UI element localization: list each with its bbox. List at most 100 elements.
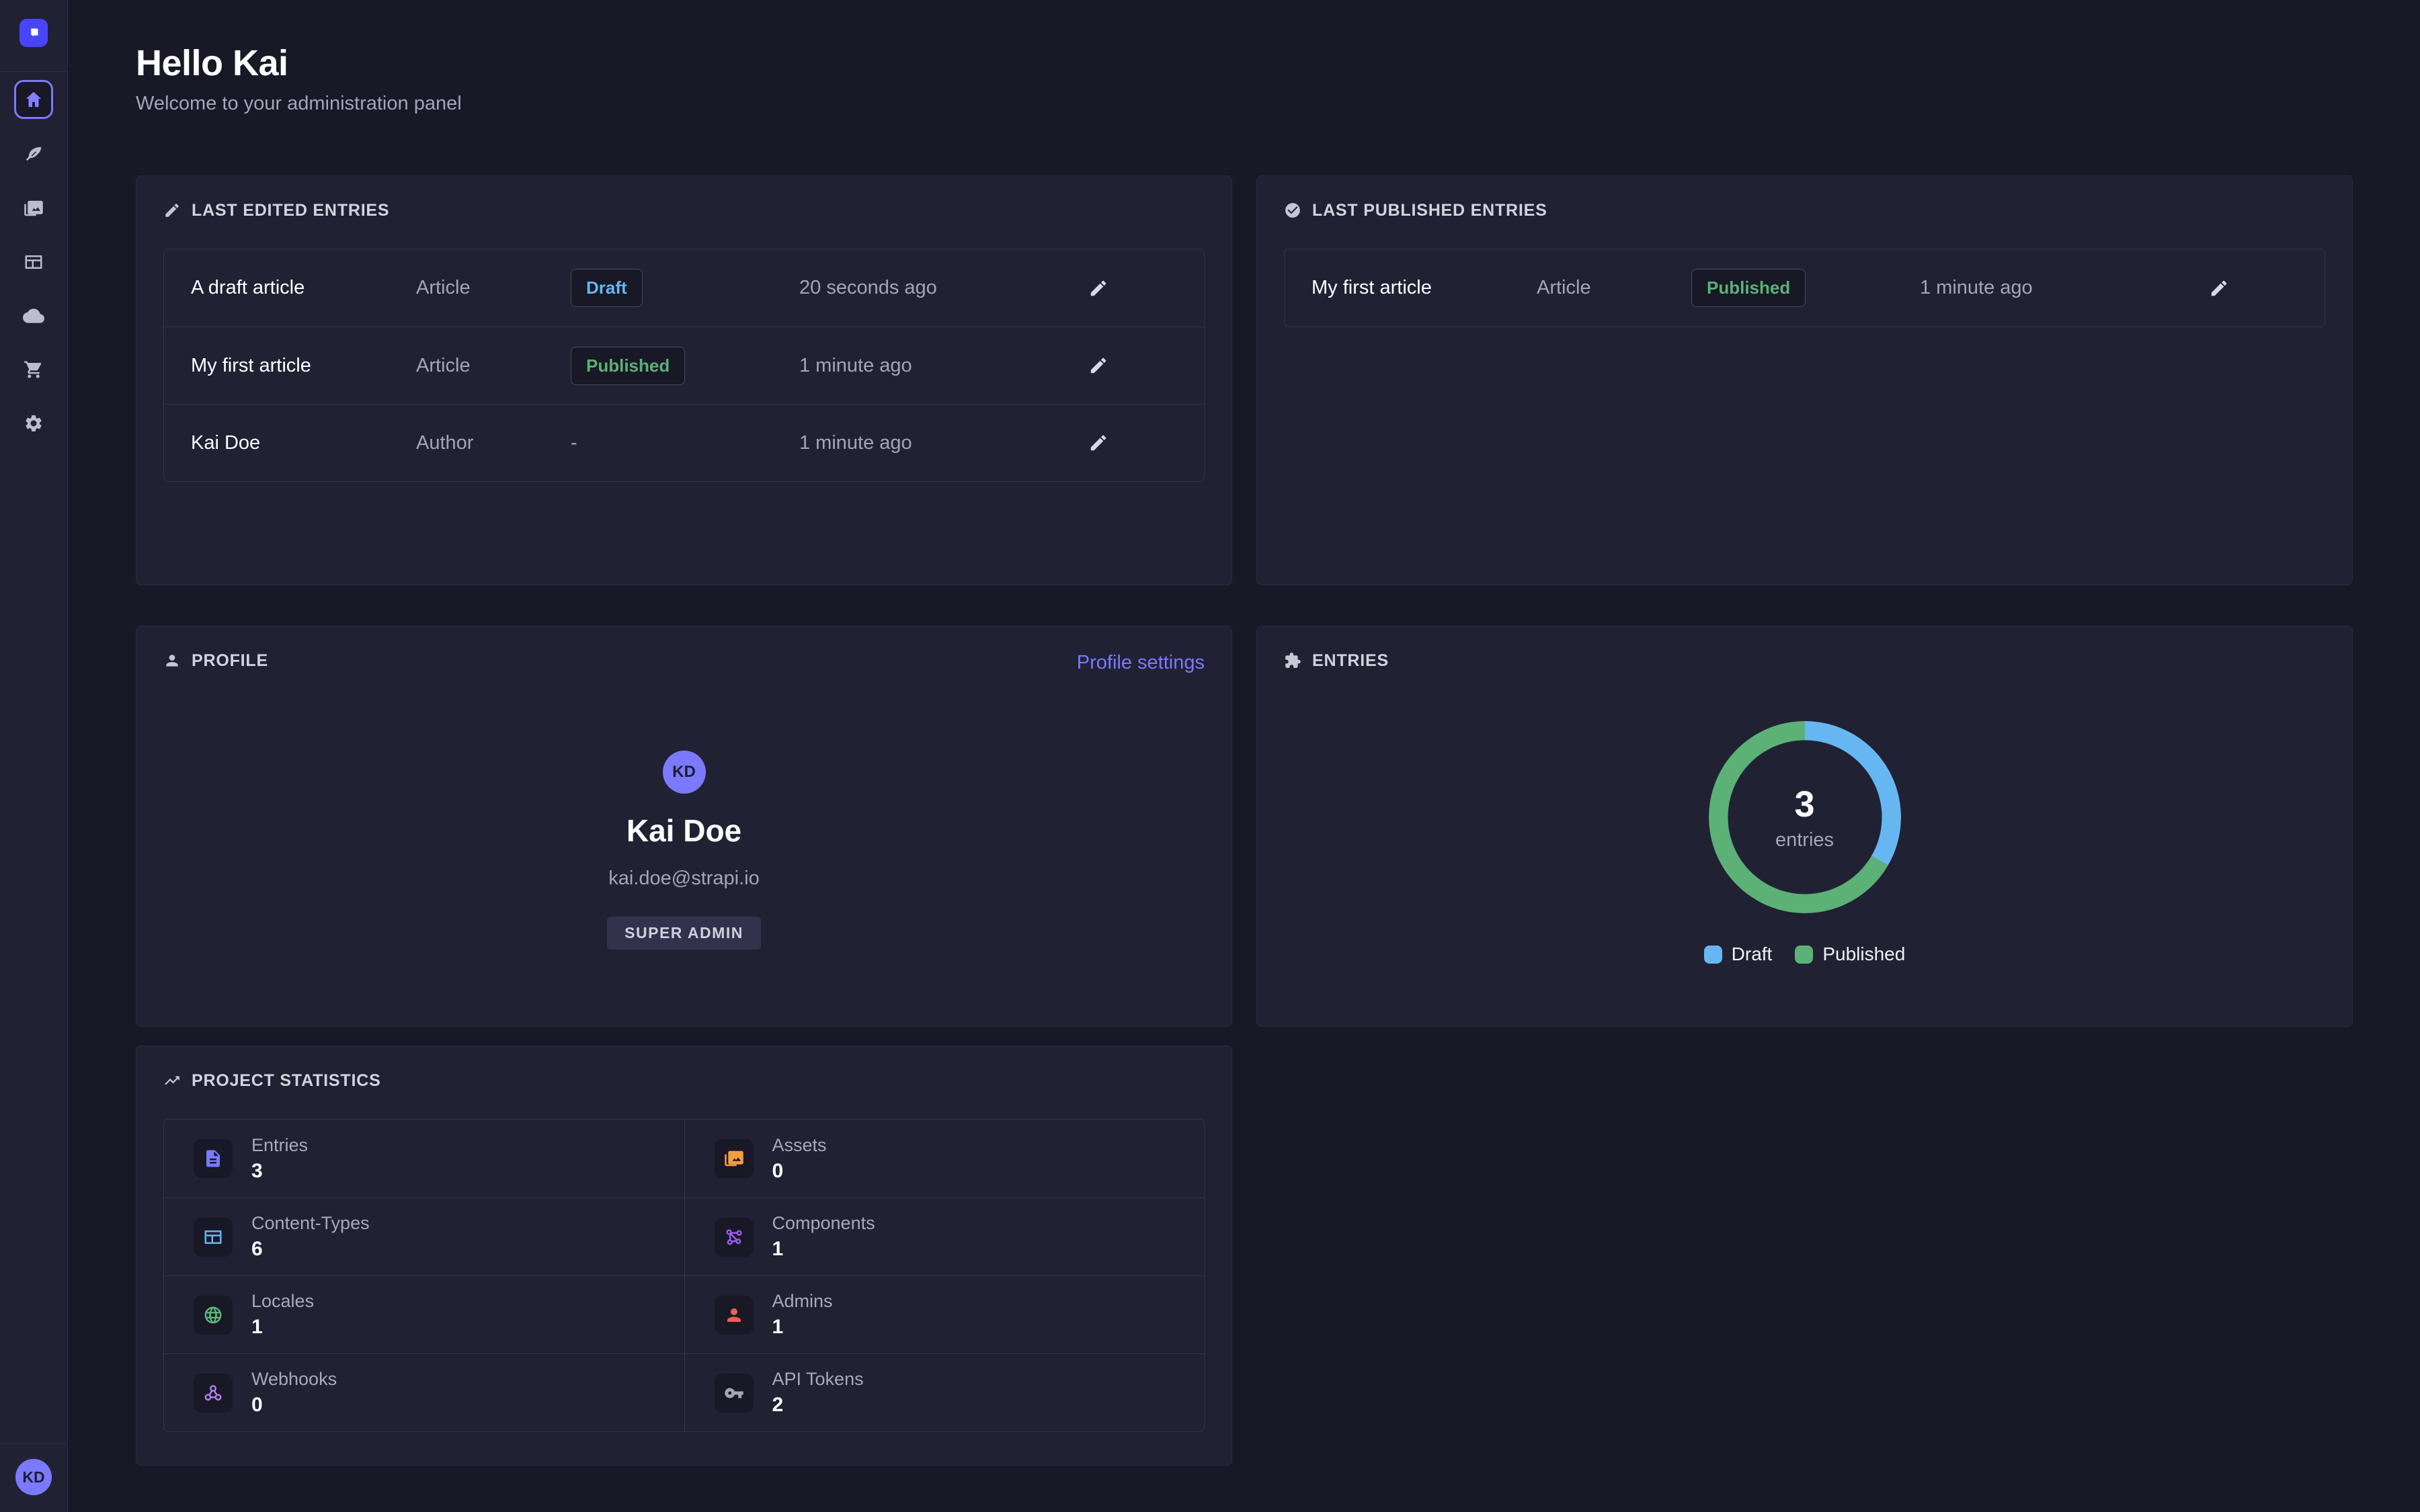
cart-icon [24,360,44,380]
edit-entry-button[interactable] [2209,278,2229,298]
legend-label: Published [1822,943,1905,965]
stat-value: 1 [251,1316,314,1339]
last-published-entries-card: LAST PUBLISHED ENTRIES My first article … [1256,175,2353,585]
card-title: LAST PUBLISHED ENTRIES [1312,201,1547,220]
stat-label: Components [772,1213,875,1234]
status-empty: - [571,432,799,454]
profile-avatar: KD [663,751,706,794]
stat-api-tokens: API Tokens 2 [684,1353,1205,1431]
entries-card: ENTRIES 3 entries Draft [1256,626,2353,1027]
layout-icon [24,252,44,272]
pencil-icon [1088,433,1108,453]
strapi-admin-app: KD Hello Kai Welcome to your administrat… [0,0,2420,1512]
stat-value: 2 [772,1394,864,1417]
card-title: PROFILE [192,651,268,671]
entry-kind: Article [1537,277,1691,299]
puzzle-icon [1284,652,1301,669]
home-icon [24,89,44,110]
project-statistics-card: PROJECT STATISTICS Entries 3 [136,1046,1232,1466]
images-icon [724,1148,744,1169]
stat-webhooks: Webhooks 0 [164,1353,684,1431]
stat-label: Content-Types [251,1213,370,1234]
user-icon [163,652,181,669]
stat-label: Entries [251,1135,308,1156]
entry-time: 1 minute ago [1920,277,2209,299]
images-icon [24,198,44,218]
main-content: Hello Kai Welcome to your administration… [68,0,2420,1512]
pencil-icon [1088,355,1108,376]
edit-entry-button[interactable] [1088,278,1108,298]
layout-icon [203,1227,223,1247]
published-swatch [1795,946,1813,964]
table-row: A draft article Article Draft 20 seconds… [164,249,1204,327]
sidebar-divider [0,71,67,72]
profile-settings-link[interactable]: Profile settings [1077,652,1205,674]
check-circle-icon [1284,202,1301,219]
pencil-icon [1088,278,1108,298]
card-title: ENTRIES [1312,651,1389,671]
legend-label: Draft [1732,943,1773,965]
table-row: Kai Doe Author - 1 minute ago [164,404,1204,481]
entry-time: 1 minute ago [799,355,1088,377]
strapi-logo[interactable] [19,19,48,47]
status-badge: Draft [571,269,643,307]
pencil-icon [163,202,181,219]
stats-grid: Entries 3 Assets 0 [163,1119,1205,1432]
entry-time: 20 seconds ago [799,277,1088,299]
card-title: LAST EDITED ENTRIES [192,201,389,220]
page-subtitle: Welcome to your administration panel [136,93,2353,115]
cloud-icon [23,305,44,327]
sidebar-item-deploy[interactable] [0,289,67,343]
entry-name: My first article [1312,277,1537,299]
entry-name: My first article [191,355,416,377]
stat-value: 6 [251,1238,370,1261]
draft-swatch [1704,946,1722,964]
chart-legend: Draft Published [1704,943,1906,965]
trending-up-icon [163,1072,181,1089]
person-icon [724,1305,744,1325]
page-title: Hello Kai [136,43,2353,83]
sidebar-item-settings[interactable] [0,396,67,450]
entry-time: 1 minute ago [799,432,1088,454]
feather-icon [24,144,44,165]
gear-icon [24,413,44,433]
status-badge: Published [571,347,685,385]
edit-entry-button[interactable] [1088,433,1108,453]
stat-value: 0 [251,1394,337,1417]
stat-locales: Locales 1 [164,1275,684,1353]
sidebar-footer: KD [0,1443,67,1512]
entries-donut-chart [1709,721,1901,913]
stat-value: 1 [772,1238,875,1261]
sidebar-item-media-library[interactable] [0,181,67,235]
sidebar-item-home[interactable] [14,80,53,119]
stat-value: 3 [251,1160,308,1183]
pencil-icon [2209,278,2229,298]
stat-entries: Entries 3 [164,1120,684,1198]
card-title: PROJECT STATISTICS [192,1071,381,1091]
legend-item-draft: Draft [1704,943,1773,965]
document-icon [203,1148,223,1169]
role-badge: SUPER ADMIN [607,917,761,950]
edit-entry-button[interactable] [1088,355,1108,376]
webhook-icon [203,1383,223,1403]
sidebar-item-content-type-builder[interactable] [0,235,67,289]
user-avatar[interactable]: KD [15,1459,52,1495]
profile-email: kai.doe@strapi.io [608,868,760,890]
stat-admins: Admins 1 [684,1275,1205,1353]
sidebar-item-marketplace[interactable] [0,343,67,396]
stat-assets: Assets 0 [684,1120,1205,1198]
sidebar-nav [0,128,67,450]
strapi-logo-icon [25,24,42,42]
stat-value: 1 [772,1316,833,1339]
sidebar-item-content-manager[interactable] [0,128,67,181]
stat-label: Webhooks [251,1369,337,1390]
stat-label: Admins [772,1291,833,1312]
entry-kind: Article [416,277,571,299]
sidebar: KD [0,0,68,1512]
stat-label: API Tokens [772,1369,864,1390]
stat-components: Components 1 [684,1198,1205,1275]
legend-item-published: Published [1795,943,1905,965]
entry-name: Kai Doe [191,432,416,454]
globe-icon [203,1305,223,1325]
entry-name: A draft article [191,277,416,299]
